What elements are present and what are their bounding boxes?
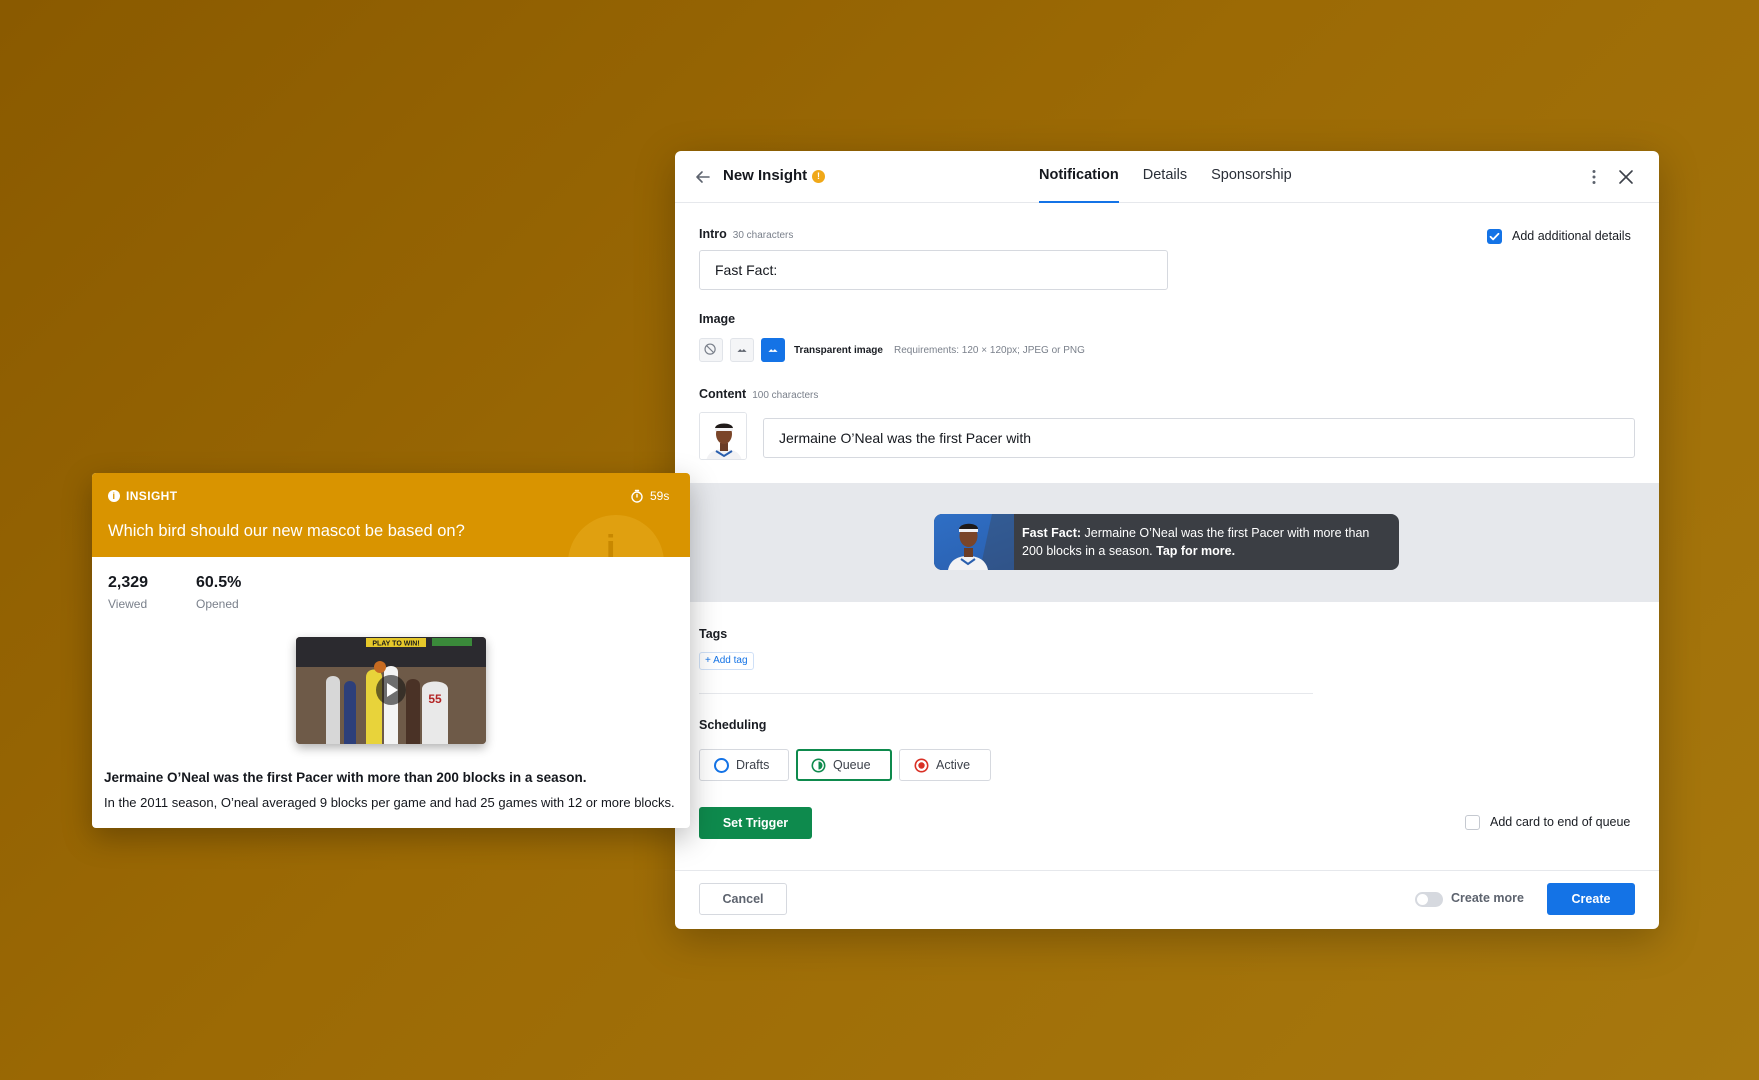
stat-viewed-value: 2,329: [108, 574, 149, 591]
active-label: Active: [936, 758, 971, 772]
add-details-label: Add additional details: [1512, 229, 1631, 243]
selected-image-type: Transparent image: [794, 345, 883, 356]
set-trigger-button[interactable]: Set Trigger: [699, 807, 812, 839]
video-thumbnail[interactable]: PLAY TO WIN! 55: [296, 637, 486, 744]
add-tag-button[interactable]: + Add tag: [699, 652, 754, 670]
end-of-queue-label: Add card to end of queue: [1490, 815, 1631, 829]
decorative-circle: [568, 515, 664, 557]
none-icon: [704, 343, 716, 355]
tab-details[interactable]: Details: [1143, 151, 1187, 203]
decorative-info-glyph: i: [606, 529, 616, 557]
info-icon: i: [108, 490, 120, 502]
intro-label-text: Intro: [699, 227, 727, 241]
image-requirements: Requirements: 120 × 120px; JPEG or PNG: [894, 345, 1085, 356]
checkmark-icon: [1489, 232, 1500, 241]
intro-hint: 30 characters: [732, 230, 794, 241]
close-icon[interactable]: [1616, 167, 1636, 187]
timer-value: 59s: [650, 489, 670, 503]
timer: 59s: [630, 489, 669, 503]
modal-title: New Insight: [723, 167, 808, 184]
toast-cta: Tap for more.: [1156, 544, 1236, 558]
schedule-queue-option[interactable]: Queue: [796, 749, 892, 781]
schedule-active-option[interactable]: Active: [899, 749, 991, 781]
insight-card-header: i i INSIGHT 59s Which bird should our ne…: [92, 473, 690, 557]
active-radio-icon: [914, 758, 929, 773]
create-more-toggle[interactable]: [1415, 892, 1443, 907]
end-of-queue-checkbox[interactable]: [1465, 815, 1480, 830]
more-options-icon[interactable]: [1587, 168, 1601, 186]
warning-icon[interactable]: !: [812, 170, 825, 183]
stopwatch-icon: [631, 489, 643, 503]
queue-label: Queue: [833, 758, 871, 772]
player-portrait-icon: [948, 514, 1014, 570]
insight-kicker-text: INSIGHT: [126, 489, 178, 503]
insight-kicker: i INSIGHT: [108, 489, 177, 503]
stat-viewed-label: Viewed: [108, 597, 148, 611]
tab-bar: Notification Details Sponsorship: [1039, 151, 1316, 203]
content-hint: 100 characters: [752, 390, 819, 401]
insight-body: In the 2011 season, O’neal averaged 9 bl…: [104, 795, 675, 810]
content-label: Content 100 characters: [699, 387, 818, 401]
toast-image: [934, 514, 1014, 570]
notification-preview-area: Fast Fact: Jermaine O’Neal was the first…: [675, 483, 1659, 602]
insight-card: i i INSIGHT 59s Which bird should our ne…: [92, 473, 690, 828]
image-label: Image: [699, 312, 736, 326]
queue-radio-icon: [811, 758, 826, 773]
new-insight-modal: New Insight ! Notification Details Spons…: [675, 151, 1659, 929]
stat-opened-value: 60.5%: [196, 574, 242, 591]
create-more-label: Create more: [1451, 891, 1524, 905]
back-arrow-icon[interactable]: [693, 167, 713, 187]
tags-label: Tags: [699, 627, 728, 641]
intro-label: Intro 30 characters: [699, 227, 793, 241]
image-option[interactable]: [730, 338, 754, 362]
banner-text: PLAY TO WIN!: [372, 640, 419, 647]
toast-text: Fast Fact: Jermaine O’Neal was the first…: [1022, 524, 1372, 560]
transparent-image-icon: [768, 349, 778, 352]
cancel-button[interactable]: Cancel: [699, 883, 787, 915]
notification-preview[interactable]: Fast Fact: Jermaine O’Neal was the first…: [934, 514, 1399, 570]
insight-headline: Jermaine O’Neal was the first Pacer with…: [104, 770, 587, 785]
content-label-text: Content: [699, 387, 747, 401]
player-portrait-icon: [700, 413, 746, 459]
toast-prefix: Fast Fact:: [1022, 526, 1082, 540]
modal-header: New Insight ! Notification Details Spons…: [675, 151, 1659, 203]
add-details-checkbox[interactable]: [1487, 229, 1502, 244]
schedule-drafts-option[interactable]: Drafts: [699, 749, 789, 781]
drafts-label: Drafts: [736, 758, 770, 772]
scheduling-label: Scheduling: [699, 718, 767, 732]
play-icon[interactable]: [376, 675, 406, 705]
tab-sponsorship[interactable]: Sponsorship: [1211, 151, 1292, 203]
divider: [699, 693, 1313, 694]
content-input[interactable]: [763, 418, 1635, 458]
svg-text:55: 55: [428, 692, 442, 706]
transparent-image-option[interactable]: [761, 338, 785, 362]
intro-input[interactable]: [699, 250, 1168, 290]
modal-footer: Cancel Create more Create: [675, 870, 1659, 929]
no-image-option[interactable]: [699, 338, 723, 362]
insight-question: Which bird should our new mascot be base…: [108, 522, 465, 540]
content-image-thumbnail[interactable]: [699, 412, 747, 460]
image-icon: [737, 349, 747, 352]
stat-opened-label: Opened: [196, 597, 239, 611]
tab-notification[interactable]: Notification: [1039, 151, 1119, 203]
create-button[interactable]: Create: [1547, 883, 1635, 915]
drafts-radio-icon: [714, 758, 729, 773]
